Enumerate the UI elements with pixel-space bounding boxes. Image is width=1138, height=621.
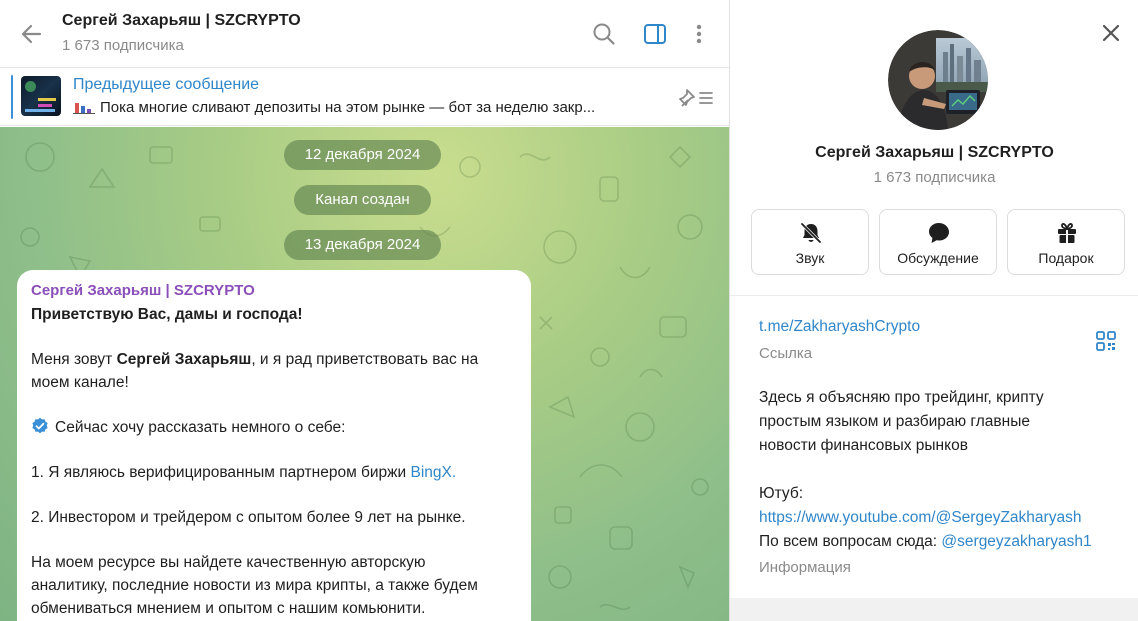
pinned-title: Предыдущее сообщение (73, 76, 260, 93)
bingx-link[interactable]: BingX. (411, 464, 457, 481)
back-arrow-icon[interactable] (18, 20, 46, 48)
discussion-button[interactable]: Обсуждение (879, 209, 997, 275)
service-pill-channel-created: Канал создан (294, 185, 431, 215)
message-resource-line-1: На моем ресурсе вы найдете качественную … (31, 554, 426, 571)
gift-icon (1058, 223, 1076, 243)
channel-link-label: Ссылка (759, 345, 813, 362)
chat-bubble-icon (929, 223, 949, 243)
pinned-message-bar[interactable]: Предыдущее сообщение Пока многие сливают… (0, 68, 729, 126)
gift-button[interactable]: Подарок (1007, 209, 1125, 275)
qr-code-icon[interactable] (1094, 329, 1118, 353)
profile-subscriber-count: 1 673 подписчика (873, 169, 996, 186)
youtube-link[interactable]: https://www.youtube.com/@SergeyZakharyas… (759, 509, 1081, 526)
chat-header: Сергей Захарьяш | SZCRYPTO 1 673 подписч… (0, 0, 729, 68)
message-point-2: 2. Инвестором и трейдером с опытом более… (31, 509, 466, 526)
channel-description: Здесь я объясняю про трейдинг, крипту пр… (759, 389, 1044, 454)
chat-title[interactable]: Сергей Захарьяш | SZCRYPTO (62, 12, 301, 30)
bar-chart-icon (73, 103, 95, 114)
message-bubble[interactable]: Сергей Захарьяш | SZCRYPTO Приветствую В… (17, 270, 531, 621)
mute-button-label: Звук (795, 250, 825, 266)
contact-link[interactable]: @sergeyzakharyash1 (941, 533, 1091, 550)
pinned-list-icon[interactable] (678, 84, 716, 110)
profile-name: Сергей Захарьяш | SZCRYPTO (815, 144, 1054, 161)
more-options-icon[interactable] (685, 20, 713, 48)
channel-link[interactable]: t.me/ZakharyashCrypto (759, 318, 920, 336)
mute-button[interactable]: Звук (751, 209, 869, 275)
date-pill-2: 13 декабря 2024 (284, 230, 441, 260)
message-about: Сейчас хочу рассказать немного о себе: (31, 416, 517, 439)
gift-button-label: Подарок (1038, 250, 1094, 266)
close-icon[interactable] (1098, 20, 1124, 46)
profile-panel: Сергей Захарьяш | SZCRYPTO 1 673 подписч… (729, 0, 1138, 621)
profile-info-section: t.me/ZakharyashCrypto Ссылка Здесь я объ… (730, 295, 1138, 598)
youtube-label: Ютуб: (759, 485, 804, 502)
discussion-button-label: Обсуждение (897, 250, 979, 266)
info-label: Информация (759, 559, 851, 576)
message-author[interactable]: Сергей Захарьяш | SZCRYPTO (31, 282, 517, 299)
contact-row: По всем вопросам сюда: @sergeyzakharyash… (759, 533, 1092, 550)
subscriber-count: 1 673 подписчика (62, 37, 184, 54)
youtube-link-row: https://www.youtube.com/@SergeyZakharyas… (759, 506, 1129, 530)
message-greeting: Приветствую Вас, дамы и господа! (31, 306, 303, 323)
pinned-indicator (11, 75, 13, 119)
search-icon[interactable] (590, 20, 618, 48)
verified-badge-icon (32, 417, 48, 434)
pinned-thumbnail (21, 76, 61, 116)
bell-off-icon (800, 222, 822, 244)
sidebar-toggle-icon[interactable] (641, 20, 669, 48)
date-pill-1: 12 декабря 2024 (284, 140, 441, 170)
profile-header: Сергей Захарьяш | SZCRYPTO 1 673 подписч… (730, 0, 1138, 295)
channel-avatar[interactable] (888, 30, 988, 130)
message-intro-line2: моем канале! (31, 374, 129, 391)
message-resource-line-3: обмениваться мнением и опытом с нашим ко… (31, 600, 426, 617)
message-resource-line-2: аналитику, последние новости из мира кри… (31, 577, 478, 594)
chat-wallpaper: 12 декабря 2024 Канал создан 13 декабря … (0, 127, 729, 621)
pinned-text: Пока многие сливают депозиты на этом рын… (73, 99, 663, 116)
message-point-1: 1. Я являюсь верифицированным партнером … (31, 464, 457, 481)
chat-panel: Сергей Захарьяш | SZCRYPTO 1 673 подписч… (0, 0, 729, 621)
message-intro: Меня зовут Сергей Захарьяш, и я рад прив… (31, 351, 479, 368)
